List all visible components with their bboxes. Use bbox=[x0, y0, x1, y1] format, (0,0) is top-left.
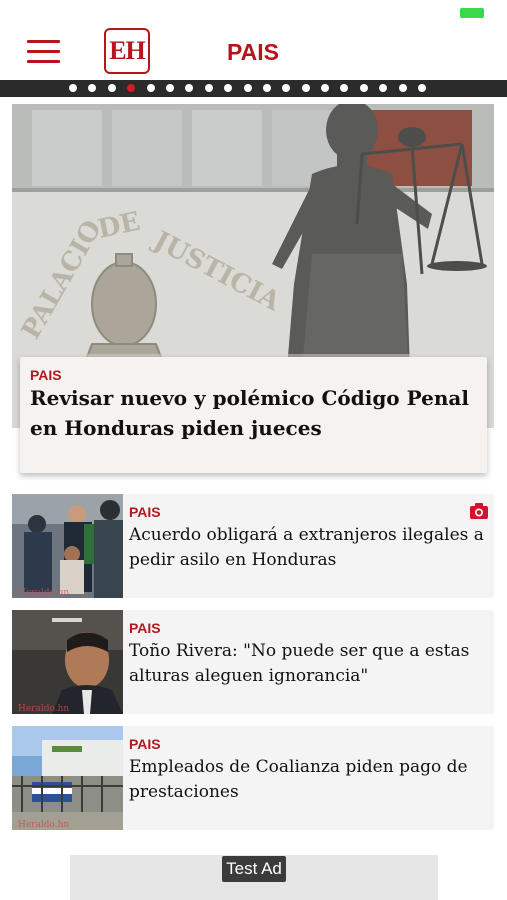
article-list-item[interactable]: Heraldo.hn PAIS Empleados de Coalianza p… bbox=[12, 726, 494, 830]
carousel-dot[interactable] bbox=[127, 84, 136, 92]
section-title: PAIS bbox=[227, 39, 279, 65]
thumbnail-watermark: Heraldo.hn bbox=[18, 588, 69, 598]
ad-banner[interactable]: Test Ad bbox=[70, 855, 438, 900]
camera-icon bbox=[470, 503, 488, 519]
carousel-dot[interactable] bbox=[107, 84, 116, 92]
carousel-indicator-bar bbox=[0, 80, 507, 97]
article-headline[interactable]: Acuerdo obligará a extranjeros ilegales … bbox=[129, 523, 491, 573]
article-thumbnail[interactable]: Heraldo.hn bbox=[12, 610, 123, 714]
ad-label: Test Ad bbox=[222, 856, 286, 882]
app-header: EH PAIS bbox=[0, 22, 507, 80]
el-heraldo-logo[interactable]: EH bbox=[104, 28, 150, 74]
thumbnail-watermark: Heraldo.hn bbox=[18, 704, 69, 714]
carousel-dot[interactable] bbox=[204, 84, 213, 92]
hero-section-label: PAIS bbox=[30, 367, 62, 383]
article-section-label: PAIS bbox=[129, 504, 161, 520]
carousel-dot[interactable] bbox=[301, 84, 310, 92]
carousel-dot[interactable] bbox=[418, 84, 427, 92]
thumbnail-watermark: Heraldo.hn bbox=[18, 820, 69, 830]
article-list-item[interactable]: Heraldo.hn PAIS Toño Rivera: "No puede s… bbox=[12, 610, 494, 714]
carousel-dot[interactable] bbox=[359, 84, 368, 92]
carousel-dot[interactable] bbox=[185, 84, 194, 92]
carousel-dot[interactable] bbox=[340, 84, 349, 92]
article-section-label: PAIS bbox=[129, 620, 161, 636]
carousel-dot[interactable] bbox=[398, 84, 407, 92]
carousel-dot[interactable] bbox=[282, 84, 291, 92]
carousel-dot[interactable] bbox=[69, 84, 77, 92]
article-section-label: PAIS bbox=[129, 736, 161, 752]
carousel-dot[interactable] bbox=[224, 84, 233, 92]
article-list-item[interactable]: Heraldo.hn PAIS Acuerdo obligará a extra… bbox=[12, 494, 494, 598]
article-thumbnail[interactable]: Heraldo.hn bbox=[12, 726, 123, 830]
carousel-dots bbox=[69, 84, 437, 93]
carousel-dot[interactable] bbox=[262, 84, 271, 92]
carousel-dot[interactable] bbox=[243, 84, 252, 92]
article-headline[interactable]: Toño Rivera: "No puede ser que a estas a… bbox=[129, 639, 491, 689]
carousel-dot[interactable] bbox=[165, 84, 174, 92]
carousel-dot[interactable] bbox=[146, 84, 155, 92]
battery-icon bbox=[460, 8, 484, 18]
article-headline[interactable]: Empleados de Coalianza piden pago de pre… bbox=[129, 755, 491, 805]
hamburger-menu-icon[interactable] bbox=[27, 40, 60, 64]
carousel-dot[interactable] bbox=[321, 84, 330, 92]
hero-article-card[interactable]: PAIS Revisar nuevo y polémico Código Pen… bbox=[20, 357, 487, 473]
carousel-dot[interactable] bbox=[379, 84, 388, 92]
carousel-dot[interactable] bbox=[88, 84, 97, 92]
article-thumbnail[interactable]: Heraldo.hn bbox=[12, 494, 123, 598]
hero-headline[interactable]: Revisar nuevo y polémico Código Penal en… bbox=[30, 383, 480, 443]
